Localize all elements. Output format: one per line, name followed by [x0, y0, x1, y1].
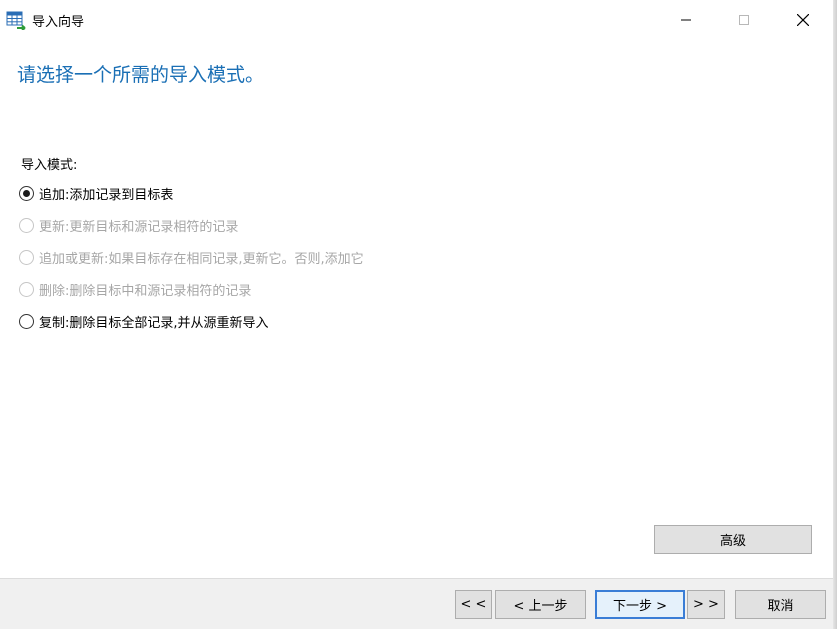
- radio-button-checked[interactable]: [19, 185, 34, 201]
- previous-step-button[interactable]: < 上一步: [495, 590, 586, 619]
- import-mode-label: 导入模式:: [21, 158, 78, 173]
- radio-append[interactable]: 追加:添加记录到目标表: [19, 183, 173, 203]
- minimize-button[interactable]: [663, 0, 709, 40]
- maximize-icon: [739, 15, 749, 25]
- radio-button[interactable]: [19, 313, 34, 329]
- radio-append-or-update: 追加或更新:如果目标存在相同记录,更新它。否则,添加它: [19, 247, 364, 267]
- radio-button-disabled: [19, 281, 34, 297]
- last-step-button[interactable]: > >: [687, 590, 725, 619]
- window-edge: [833, 0, 837, 629]
- close-icon: [797, 14, 809, 26]
- import-wizard-window: 导入向导 请选择一个所需的导入模式。 导入模式: 追加:添加记录到目标表 更新:…: [0, 0, 837, 629]
- title-bar[interactable]: 导入向导: [0, 0, 837, 40]
- radio-button-disabled: [19, 217, 34, 233]
- radio-append-or-update-label: 追加或更新:如果目标存在相同记录,更新它。否则,添加它: [39, 251, 364, 267]
- minimize-icon: [681, 19, 691, 21]
- page-heading: 请选择一个所需的导入模式。: [17, 64, 265, 86]
- radio-copy-label: 复制:删除目标全部记录,并从源重新导入: [39, 315, 269, 331]
- radio-append-label: 追加:添加记录到目标表: [39, 187, 174, 203]
- table-import-icon: [6, 10, 26, 31]
- radio-update-label: 更新:更新目标和源记录相符的记录: [39, 219, 239, 235]
- radio-delete-label: 删除:删除目标中和源记录相符的记录: [39, 283, 252, 299]
- advanced-button[interactable]: 高级: [654, 525, 812, 554]
- cancel-button[interactable]: 取消: [735, 590, 826, 619]
- maximize-button[interactable]: [721, 0, 767, 40]
- close-button[interactable]: [780, 0, 826, 40]
- radio-button-disabled: [19, 249, 34, 265]
- radio-delete: 删除:删除目标中和源记录相符的记录: [19, 279, 251, 299]
- radio-copy[interactable]: 复制:删除目标全部记录,并从源重新导入: [19, 311, 269, 331]
- radio-update: 更新:更新目标和源记录相符的记录: [19, 215, 238, 235]
- next-step-button[interactable]: 下一步 >: [595, 590, 685, 619]
- first-step-button[interactable]: < <: [455, 590, 492, 619]
- window-title: 导入向导: [32, 15, 85, 30]
